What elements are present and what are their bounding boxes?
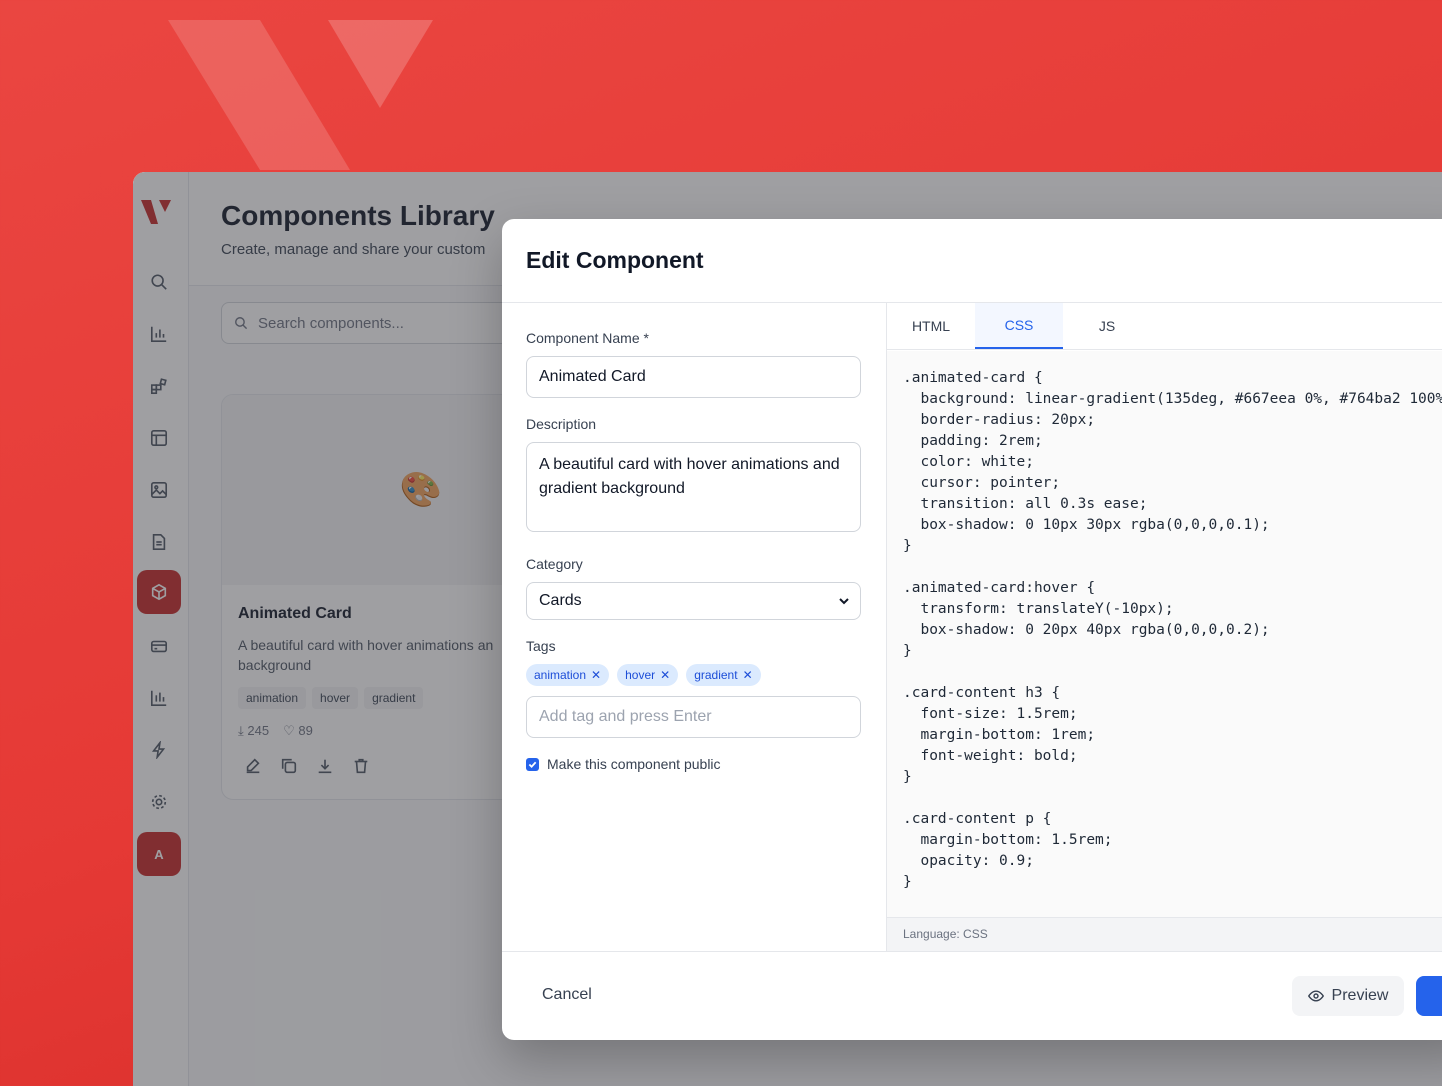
code-line: border-radius: 20px; — [903, 412, 1096, 428]
code-line: } — [903, 643, 912, 659]
remove-tag-icon[interactable]: ✕ — [743, 668, 753, 682]
modal-footer: Cancel Preview — [502, 951, 1442, 1040]
save-button[interactable] — [1416, 976, 1442, 1016]
code-line: transition: all 0.3s ease; — [903, 496, 1148, 512]
code-line: opacity: 0.9; — [903, 853, 1034, 869]
component-name-field[interactable]: Animated Card — [526, 356, 861, 398]
tag-chip: animation ✕ — [526, 664, 610, 686]
code-line: .animated-card:hover { — [903, 580, 1096, 596]
tags-label: Tags — [526, 638, 556, 654]
code-line: margin-bottom: 1rem; — [903, 727, 1096, 743]
preview-button-label: Preview — [1331, 987, 1389, 1004]
description-field[interactable]: A beautiful card with hover animations a… — [526, 442, 861, 532]
cancel-button[interactable]: Cancel — [542, 986, 592, 1004]
tab-css[interactable]: CSS — [975, 303, 1063, 349]
code-line: transform: translateY(-10px); — [903, 601, 1174, 617]
category-label: Category — [526, 556, 583, 572]
code-line: margin-bottom: 1.5rem; — [903, 832, 1113, 848]
code-editor-panel: HTML CSS JS .animated-card { background:… — [886, 303, 1442, 951]
public-checkbox[interactable] — [526, 757, 539, 771]
chevron-down-icon — [839, 598, 849, 605]
edit-component-modal: Edit Component Component Name * Animated… — [502, 219, 1442, 1040]
background-logo-icon — [168, 20, 433, 170]
modal-header: Edit Component — [502, 219, 1442, 303]
tab-html[interactable]: HTML — [887, 303, 975, 349]
code-tabs: HTML CSS JS — [887, 303, 1442, 350]
tab-js[interactable]: JS — [1063, 303, 1151, 349]
preview-button[interactable]: Preview — [1292, 976, 1404, 1016]
tag-input[interactable]: Add tag and press Enter — [526, 696, 861, 738]
code-line: .card-content h3 { — [903, 685, 1061, 701]
tag-chip-label: gradient — [694, 668, 738, 682]
code-line: cursor: pointer; — [903, 475, 1061, 491]
component-name-label: Component Name * — [526, 330, 649, 346]
tag-list: animation ✕ hover ✕ gradient ✕ — [526, 664, 761, 686]
code-line: } — [903, 769, 912, 785]
code-line: padding: 2rem; — [903, 433, 1043, 449]
code-line: box-shadow: 0 10px 30px rgba(0,0,0,0.1); — [903, 517, 1270, 533]
code-line: } — [903, 874, 912, 890]
tag-chip-label: animation — [534, 668, 587, 682]
code-editor[interactable]: .animated-card { background: linear-grad… — [887, 351, 1442, 917]
code-line: .animated-card { — [903, 370, 1043, 386]
code-line: font-weight: bold; — [903, 748, 1078, 764]
eye-icon — [1307, 990, 1324, 1002]
public-toggle-row: Make this component public — [526, 756, 721, 772]
public-checkbox-label: Make this component public — [547, 756, 721, 772]
code-line: background: linear-gradient(135deg, #667… — [903, 391, 1442, 407]
code-line: color: white; — [903, 454, 1034, 470]
modal-title: Edit Component — [526, 247, 704, 273]
description-label: Description — [526, 416, 597, 432]
code-line: } — [903, 538, 912, 554]
code-line: font-size: 1.5rem; — [903, 706, 1078, 722]
tag-chip-label: hover — [625, 668, 656, 682]
tag-chip: hover ✕ — [617, 664, 679, 686]
code-line: .card-content p { — [903, 811, 1052, 827]
remove-tag-icon[interactable]: ✕ — [591, 668, 601, 682]
tag-input-placeholder: Add tag and press Enter — [539, 708, 712, 725]
tag-chip: gradient ✕ — [686, 664, 761, 686]
category-select[interactable]: Cards — [526, 582, 861, 620]
component-form: Component Name * Animated Card Descripti… — [502, 303, 886, 951]
remove-tag-icon[interactable]: ✕ — [660, 668, 670, 682]
category-selected-value: Cards — [539, 592, 582, 609]
checkmark-icon — [528, 761, 537, 768]
code-line: box-shadow: 0 20px 40px rgba(0,0,0,0.2); — [903, 622, 1270, 638]
language-indicator: Language: CSS — [887, 917, 1442, 951]
